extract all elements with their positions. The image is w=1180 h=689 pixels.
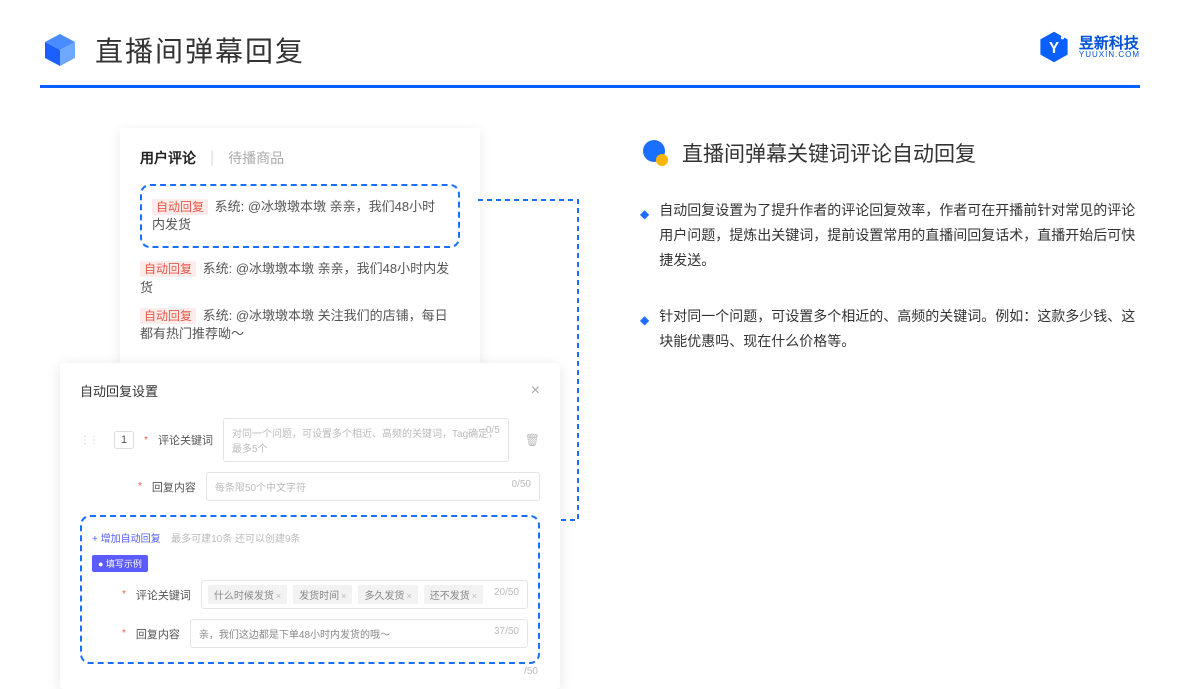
- trash-icon[interactable]: 🗑: [525, 433, 540, 447]
- required-star: *: [138, 481, 142, 492]
- bullet-1-text: 自动回复设置为了提升作者的评论回复效率，作者可在开播前针对常见的评论用户问题，提…: [659, 198, 1140, 274]
- content-label: 回复内容: [152, 479, 196, 495]
- chat-bubble-icon: [640, 138, 670, 168]
- page-title: 直播间弹幕回复: [95, 30, 305, 70]
- tag-chip: 什么时候发货×: [208, 585, 287, 604]
- page-header: 直播间弹幕回复: [0, 0, 1180, 70]
- rule-number: 1: [114, 431, 134, 449]
- settings-card: 自动回复设置 × ⋮⋮ 1 * 评论关键词 对同一个问题，可设置多个相近、高频的…: [60, 363, 560, 689]
- add-auto-reply-link[interactable]: + 增加自动回复: [92, 534, 161, 545]
- required-star: *: [122, 628, 126, 639]
- bullet-2-text: 针对同一个问题，可设置多个相近的、高频的关键词。例如：这款多少钱、这块能优惠吗、…: [659, 304, 1140, 354]
- auto-reply-tag: 自动回复: [140, 261, 196, 277]
- drag-handle-icon[interactable]: ⋮⋮: [80, 435, 98, 446]
- keyword-row: ⋮⋮ 1 * 评论关键词 对同一个问题，可设置多个相近、高频的关键词，Tag确定…: [80, 418, 540, 462]
- required-star: *: [122, 589, 126, 600]
- left-column: 用户评论 | 待播商品 自动回复 系统: @冰墩墩本墩 亲亲，我们48小时内发货…: [60, 128, 560, 689]
- required-star: *: [144, 435, 148, 446]
- example-keyword-row: * 评论关键词 什么时候发货× 发货时间× 多久发货× 还不发货× 20/50: [92, 580, 528, 609]
- tag-chip: 发货时间×: [293, 585, 352, 604]
- ex-keyword-label: 评论关键词: [136, 587, 191, 603]
- brand-hex-icon: Y: [1037, 30, 1071, 64]
- brand-name-cn: 昱新科技: [1079, 36, 1140, 51]
- content-counter: 0/50: [512, 479, 531, 490]
- example-badge: ● 填写示例: [92, 555, 148, 572]
- add-hint: 最多可建10条 还可以创建9条: [171, 534, 300, 545]
- bullet-2: ◆ 针对同一个问题，可设置多个相近的、高频的关键词。例如：这款多少钱、这块能优惠…: [640, 304, 1140, 354]
- keyword-label: 评论关键词: [158, 432, 213, 448]
- brand-name-en: YUUXIN.COM: [1079, 51, 1140, 59]
- tag-chip: 还不发货×: [424, 585, 483, 604]
- section-title: 直播间弹幕关键词评论自动回复: [682, 138, 976, 168]
- example-box: + 增加自动回复 最多可建10条 还可以创建9条 ● 填写示例 * 评论关键词 …: [80, 515, 540, 664]
- auto-reply-tag: 自动回复: [152, 199, 208, 215]
- example-content-row: * 回复内容 亲，我们这边都是下单48小时内发货的哦～ 37/50: [92, 619, 528, 648]
- diamond-icon: ◆: [640, 310, 649, 354]
- section-heading: 直播间弹幕关键词评论自动回复: [640, 138, 1140, 168]
- ex-keyword-counter: 20/50: [494, 587, 519, 598]
- comment-row-3: 自动回复 系统: @冰墩墩本墩 关注我们的店铺，每日都有热门推荐呦～: [140, 307, 460, 343]
- tag-chip: 多久发货×: [358, 585, 417, 604]
- ex-keyword-input[interactable]: 什么时候发货× 发货时间× 多久发货× 还不发货× 20/50: [201, 580, 528, 609]
- tab-pending-goods[interactable]: 待播商品: [228, 148, 284, 168]
- close-icon[interactable]: ×: [531, 382, 540, 400]
- keyword-input[interactable]: 对同一个问题，可设置多个相近、高频的关键词，Tag确定，最多5个 0/5: [223, 418, 509, 462]
- content-row: * 回复内容 每条限50个中文字符 0/50: [80, 472, 540, 501]
- settings-title: 自动回复设置: [80, 381, 158, 400]
- ex-content-value: 亲，我们这边都是下单48小时内发货的哦～: [199, 630, 390, 641]
- keyword-counter: 0/5: [486, 425, 500, 436]
- brand-logo-area: Y 昱新科技 YUUXIN.COM: [1037, 30, 1140, 64]
- bullet-1: ◆ 自动回复设置为了提升作者的评论回复效率，作者可在开播前针对常见的评论用户问题…: [640, 198, 1140, 274]
- ex-content-label: 回复内容: [136, 626, 180, 642]
- comments-card: 用户评论 | 待播商品 自动回复 系统: @冰墩墩本墩 亲亲，我们48小时内发货…: [120, 128, 480, 373]
- outer-counter: /50: [524, 666, 538, 677]
- diamond-icon: ◆: [640, 204, 649, 274]
- tab-separator: |: [210, 149, 214, 167]
- highlighted-comment: 自动回复 系统: @冰墩墩本墩 亲亲，我们48小时内发货: [140, 184, 460, 248]
- ex-content-input[interactable]: 亲，我们这边都是下单48小时内发货的哦～ 37/50: [190, 619, 528, 648]
- content-placeholder: 每条限50个中文字符: [215, 483, 306, 494]
- tab-user-comments[interactable]: 用户评论: [140, 148, 196, 168]
- svg-text:Y: Y: [1049, 40, 1059, 57]
- keyword-placeholder: 对同一个问题，可设置多个相近、高频的关键词，Tag确定，最多5个: [232, 429, 498, 455]
- comment-row-2: 自动回复 系统: @冰墩墩本墩 亲亲，我们48小时内发货: [140, 260, 460, 296]
- right-column: 直播间弹幕关键词评论自动回复 ◆ 自动回复设置为了提升作者的评论回复效率，作者可…: [640, 128, 1140, 689]
- content-input[interactable]: 每条限50个中文字符 0/50: [206, 472, 540, 501]
- auto-reply-tag: 自动回复: [140, 308, 196, 324]
- ex-content-counter: 37/50: [494, 626, 519, 637]
- cube-icon: [40, 30, 80, 70]
